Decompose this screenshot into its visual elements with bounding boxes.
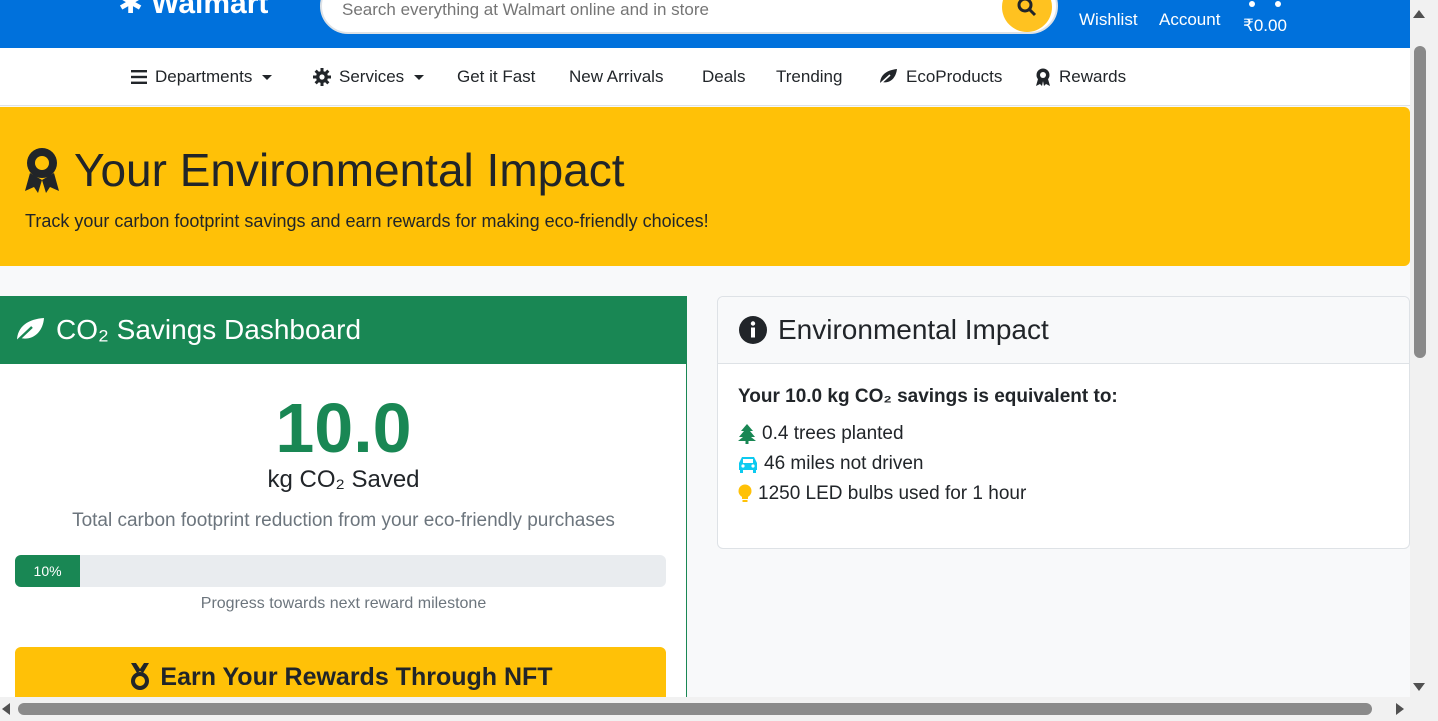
equivalent-item-trees: 0.4 trees planted: [738, 423, 904, 445]
scroll-up-icon[interactable]: [1413, 10, 1425, 18]
nav-ecoproducts[interactable]: EcoProducts: [878, 67, 1002, 87]
scroll-left-icon[interactable]: [2, 703, 10, 715]
progress-caption: Progress towards next reward milestone: [200, 595, 487, 612]
nav-rewards[interactable]: Rewards: [1035, 67, 1126, 87]
lightbulb-icon: [738, 484, 752, 502]
nav-label: Trending: [776, 67, 843, 86]
impact-header: Environmental Impact: [718, 297, 1409, 364]
equivalent-text: 0.4 trees planted: [762, 423, 904, 444]
scroll-down-icon[interactable]: [1413, 683, 1425, 691]
nav-deals[interactable]: Deals: [702, 67, 745, 87]
nav-label: Rewards: [1059, 67, 1127, 86]
wishlist-link[interactable]: Wishlist: [1079, 10, 1138, 30]
search-icon: [1017, 0, 1037, 17]
nav-get-it-fast[interactable]: Get it Fast: [457, 67, 535, 87]
walmart-logo[interactable]: ✱ Walmart: [118, 0, 268, 21]
cart-icon[interactable]: [1248, 0, 1288, 10]
award-icon: [25, 148, 59, 193]
car-icon: [739, 457, 757, 473]
environmental-impact-card: Environmental Impact Your 10.0 kg CO₂ sa…: [717, 296, 1410, 549]
reward-progress-bar: 10%: [15, 555, 666, 587]
nav-new-arrivals[interactable]: New Arrivals: [569, 67, 663, 87]
logo-text: Walmart: [151, 0, 269, 20]
nav-label: Deals: [702, 67, 746, 86]
co2-saved-description: Total carbon footprint reduction from yo…: [72, 510, 615, 531]
tree-icon: [738, 424, 756, 444]
top-header: ✱ Walmart Wishlist Account ₹0.00: [0, 0, 1410, 48]
co2-saved-unit: kg CO₂ Saved: [267, 466, 420, 493]
award-icon: [1036, 68, 1050, 86]
nft-button-label: Earn Your Rewards Through NFT: [160, 662, 553, 691]
spark-icon: ✱: [118, 0, 144, 20]
leaf-icon: [14, 318, 44, 344]
co2-saved-value: 10.0: [275, 389, 412, 467]
equivalent-text: 1250 LED bulbs used for 1 hour: [758, 483, 1027, 504]
main-nav: Departments Services Get it Fast New Arr…: [0, 48, 1410, 106]
dashboard-title: CO₂ Savings Dashboard: [56, 314, 362, 345]
nav-label: Services: [339, 67, 405, 86]
dashboard-header: CO₂ Savings Dashboard: [0, 296, 686, 364]
equivalent-item-miles: 46 miles not driven: [738, 453, 923, 475]
search-input[interactable]: [342, 0, 982, 20]
search-button[interactable]: [1002, 0, 1052, 32]
horizontal-scroll-thumb[interactable]: [18, 703, 1372, 715]
co2-dashboard-card: CO₂ Savings Dashboard 10.0 kg CO₂ Saved …: [0, 296, 687, 706]
hero-title-text: Your Environmental Impact: [74, 144, 625, 196]
medal-icon: [131, 663, 150, 690]
scroll-right-icon[interactable]: [1396, 703, 1404, 715]
nav-label: Departments: [155, 67, 253, 86]
equivalent-text: 46 miles not driven: [764, 453, 924, 474]
bars-icon: [131, 70, 147, 84]
equivalent-title: Your 10.0 kg CO₂ savings is equivalent t…: [738, 386, 1118, 407]
nav-label: EcoProducts: [906, 67, 1003, 86]
gear-icon: [313, 68, 331, 86]
nav-departments[interactable]: Departments: [131, 67, 273, 87]
nav-label: New Arrivals: [569, 67, 664, 86]
chevron-down-icon: [262, 74, 273, 80]
nav-trending[interactable]: Trending: [776, 67, 842, 87]
hero-banner: Your Environmental Impact Track your car…: [0, 107, 1410, 266]
progress-fill: 10%: [15, 555, 81, 587]
impact-title: Environmental Impact: [778, 314, 1049, 345]
hero-subtitle: Track your carbon footprint savings and …: [25, 211, 709, 231]
search-bar: [320, 0, 1058, 34]
equivalent-item-bulbs: 1250 LED bulbs used for 1 hour: [738, 483, 1026, 505]
nav-label: Get it Fast: [457, 67, 536, 86]
info-circle-icon: [739, 316, 767, 344]
nav-services[interactable]: Services: [313, 67, 425, 87]
vertical-scroll-thumb[interactable]: [1414, 46, 1426, 358]
leaf-icon: [878, 69, 897, 86]
account-link[interactable]: Account: [1159, 10, 1220, 30]
chevron-down-icon: [414, 74, 425, 80]
page-title: Your Environmental Impact: [22, 143, 625, 197]
cart-total[interactable]: ₹0.00: [1243, 16, 1287, 36]
